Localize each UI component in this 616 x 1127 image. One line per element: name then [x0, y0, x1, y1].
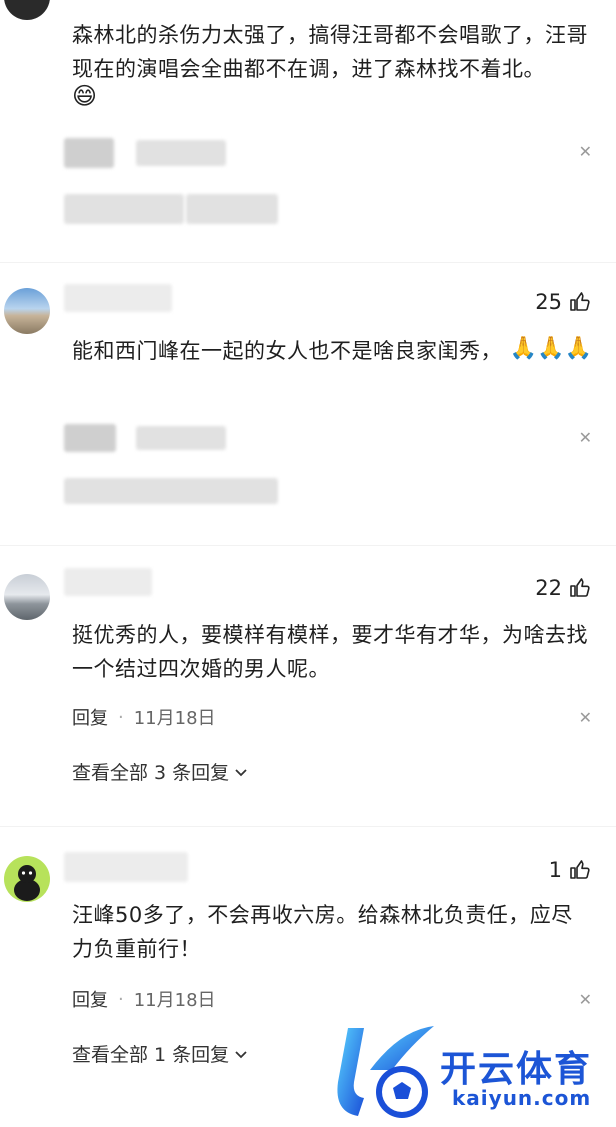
emoji: 😄 — [72, 82, 97, 110]
avatar-figure-icon — [14, 865, 40, 901]
comment-body: 汪峰50多了，不会再收六房。给森林北负责任，应尽力负重前行！ — [72, 903, 573, 961]
blurred-username — [64, 852, 188, 882]
comment-date: 11月18日 — [133, 990, 216, 1011]
close-icon[interactable]: ✕ — [579, 990, 592, 1009]
blurred-reply — [186, 194, 278, 224]
avatar[interactable] — [4, 0, 50, 20]
view-all-replies[interactable]: 查看全部 1 条回复 — [72, 1040, 249, 1067]
divider — [0, 262, 616, 263]
reply-button[interactable]: 回复 — [72, 986, 108, 1012]
comment-meta: 回复 · 11月18日 — [72, 986, 216, 1012]
view-all-label: 查看全部 1 条回复 — [72, 1044, 230, 1066]
view-all-label: 查看全部 3 条回复 — [72, 762, 230, 784]
comment-text: 挺优秀的人，要模样有模样，要才华有才华，为啥去找一个结过四次婚的男人呢。 — [72, 618, 592, 686]
comment-meta: 回复 · 11月18日 — [72, 704, 216, 730]
blurred-username — [64, 284, 172, 312]
avatar[interactable] — [4, 856, 50, 902]
chevron-down-icon — [235, 1050, 247, 1058]
close-icon[interactable]: ✕ — [579, 428, 592, 447]
kaiyun-logo-icon — [337, 1026, 434, 1118]
like-count: 1 — [548, 858, 562, 882]
blurred-text — [136, 140, 226, 166]
blurred-username — [64, 138, 114, 168]
like-group[interactable]: 25 — [535, 290, 592, 314]
avatar[interactable] — [4, 288, 50, 334]
grin-emoji: 😄 — [72, 82, 98, 110]
close-icon[interactable]: ✕ — [579, 708, 592, 727]
blurred-text — [136, 426, 226, 450]
separator-dot: · — [118, 706, 124, 728]
blurred-view-all — [64, 478, 278, 504]
thumbs-up-icon[interactable] — [568, 290, 592, 314]
like-count: 25 — [535, 290, 562, 314]
brand-site: kaiyun.com — [452, 1086, 592, 1110]
chevron-down-icon — [235, 768, 247, 776]
blurred-username — [64, 424, 116, 452]
comment-text: 森林北的杀伤力太强了，搞得汪哥都不会唱歌了，汪哥现在的演唱会全曲都不在调，进了森… — [72, 18, 592, 86]
pray-emoji: 🙏🙏🙏 — [509, 336, 592, 361]
view-all-replies[interactable]: 查看全部 3 条回复 — [72, 758, 249, 785]
like-count: 22 — [535, 576, 562, 600]
blurred-reply — [64, 194, 184, 224]
like-group[interactable]: 1 — [549, 858, 592, 882]
brand-name: 开云体育 — [440, 1049, 593, 1090]
thumbs-up-icon[interactable] — [568, 858, 592, 882]
like-group[interactable]: 22 — [535, 576, 592, 600]
blurred-username — [64, 568, 152, 596]
separator-dot: · — [118, 988, 124, 1010]
close-icon[interactable]: ✕ — [579, 142, 592, 161]
comment-date: 11月18日 — [133, 708, 216, 729]
emoji: 🙏🙏🙏 — [72, 336, 592, 361]
reply-button[interactable]: 回复 — [72, 704, 108, 730]
divider — [0, 826, 616, 827]
avatar[interactable] — [4, 574, 50, 620]
thumbs-up-icon[interactable] — [568, 576, 592, 600]
comment-text: 汪峰50多了，不会再收六房。给森林北负责任，应尽力负重前行！ — [72, 898, 592, 966]
divider — [0, 545, 616, 546]
comment-body: 森林北的杀伤力太强了，搞得汪哥都不会唱歌了，汪哥现在的演唱会全曲都不在调，进了森… — [72, 23, 588, 81]
comment-body: 挺优秀的人，要模样有模样，要才华有才华，为啥去找一个结过四次婚的男人呢。 — [72, 623, 588, 681]
